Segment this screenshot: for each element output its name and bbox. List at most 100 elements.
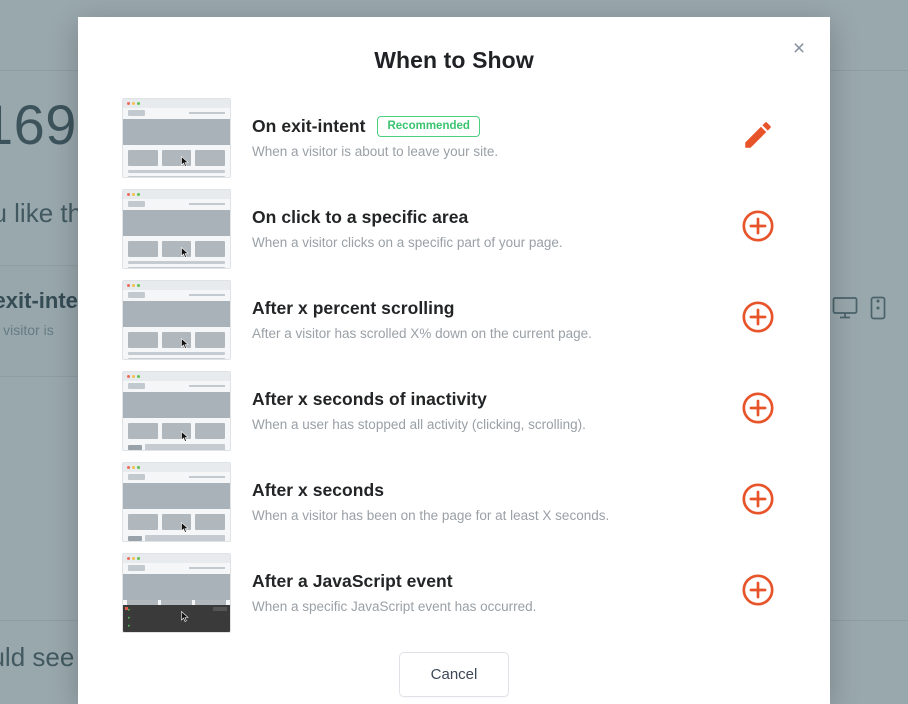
thumb-line [128,267,225,269]
console-line: ▸ [128,632,230,633]
window-close-dot [127,284,130,287]
thumb-url-line [189,476,225,478]
page-root: 1691 ou like th n exit-inte en a visitor… [0,0,908,704]
thumb-line [128,352,225,355]
cursor-icon [181,611,190,622]
thumb-card [195,150,225,166]
thumb-cards [128,332,225,348]
option-description: When a visitor is about to leave your si… [252,144,730,159]
add-option-button[interactable] [730,209,786,248]
close-icon[interactable]: × [782,31,816,65]
thumb-lines [128,170,225,178]
window-minimize-dot [132,284,135,287]
thumb-card [195,332,225,348]
edit-option-button[interactable] [730,118,786,157]
option-text: After x percent scrolling After a visitor… [231,298,730,341]
thumb-card [195,241,225,257]
add-option-button[interactable] [730,391,786,430]
option-description: When a visitor clicks on a specific part… [252,235,730,250]
option-text: After a JavaScript eventWhen a specific … [231,571,730,614]
option-thumbnail [122,189,231,269]
window-close-dot [127,557,130,560]
option-title: After x percent scrolling [252,298,455,319]
option-title: After x seconds of inactivity [252,389,487,410]
thumb-line [128,170,225,173]
thumb-url-pill [128,201,145,207]
option-row[interactable]: On exit-intentRecommended When a visitor … [122,92,786,183]
thumb-card [195,514,225,530]
thumb-url-line [189,294,225,296]
option-text: On exit-intentRecommended When a visitor … [231,116,730,160]
plus-circle-icon [741,300,775,339]
thumb-form-input [145,444,225,451]
thumb-url-pill [128,565,145,571]
option-thumbnail [122,371,231,451]
thumb-body [123,236,230,269]
thumb-cards [128,423,225,439]
thumb-body [123,418,230,451]
option-row[interactable]: ▸▸▸▸After a JavaScript eventWhen a speci… [122,547,786,638]
window-minimize-dot [132,375,135,378]
pencil-icon [741,118,775,157]
add-option-button[interactable] [730,300,786,339]
option-title-row: On exit-intentRecommended [252,116,730,138]
thumb-url-pill [128,474,145,480]
recommended-badge: Recommended [377,116,479,138]
window-maximize-dot [137,284,140,287]
option-row[interactable]: On click to a specific areaWhen a visito… [122,183,786,274]
thumb-card [128,332,158,348]
option-thumbnail [122,280,231,360]
window-close-dot [127,102,130,105]
thumb-titlebar [123,463,230,472]
window-minimize-dot [132,193,135,196]
thumb-urlbar [123,563,230,574]
thumb-lines [128,261,225,269]
console-line: ▸ [128,624,230,629]
thumb-hero [123,574,230,600]
window-minimize-dot [132,557,135,560]
thumb-form-label [128,445,142,450]
thumb-line [128,358,225,360]
thumb-body [123,509,230,542]
thumb-urlbar [123,199,230,210]
thumb-url-line [189,385,225,387]
thumb-titlebar [123,190,230,199]
add-option-button[interactable] [730,573,786,612]
thumb-form-label [128,536,142,541]
option-thumbnail: ▸▸▸▸ [122,553,231,633]
window-minimize-dot [132,102,135,105]
thumb-cards [128,241,225,257]
option-list: On exit-intentRecommended When a visitor … [78,92,830,638]
thumb-form-input [145,535,225,542]
thumb-console: ▸▸▸▸ [123,605,230,633]
thumb-cards [128,514,225,530]
thumb-lines [128,352,225,360]
window-maximize-dot [137,193,140,196]
window-close-dot [127,375,130,378]
modal-footer: Cancel [78,652,830,697]
option-row[interactable]: After x secondsWhen a visitor has been o… [122,456,786,547]
plus-circle-icon [741,482,775,521]
option-title-row: After x seconds of inactivity [252,389,730,410]
option-description: After a visitor has scrolled X% down on … [252,326,730,341]
thumb-card [195,423,225,439]
thumb-card [128,514,158,530]
thumb-form [128,535,225,542]
option-description: When a specific JavaScript event has occ… [252,599,730,614]
option-row[interactable]: After x percent scrolling After a visitor… [122,274,786,365]
thumb-line [128,261,225,264]
window-maximize-dot [137,466,140,469]
thumb-url-pill [128,292,145,298]
cursor-icon [181,522,190,533]
thumb-hero [123,119,230,145]
thumb-url-line [189,567,225,569]
thumb-hero [123,301,230,327]
when-to-show-modal: × When to Show On exit-intentRecommended… [78,17,830,704]
option-row[interactable]: After x seconds of inactivity When a user… [122,365,786,456]
window-minimize-dot [132,466,135,469]
cancel-button[interactable]: Cancel [399,652,510,697]
thumb-hero [123,210,230,236]
thumb-url-line [189,203,225,205]
option-description: When a user has stopped all activity (cl… [252,417,730,432]
add-option-button[interactable] [730,482,786,521]
